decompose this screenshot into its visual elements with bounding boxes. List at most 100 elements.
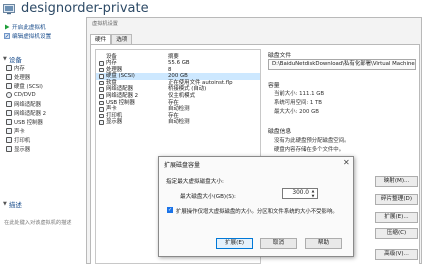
defragment-button[interactable]: 碎片整理(D) xyxy=(375,194,418,205)
left-device-disk[interactable]: 硬盘 (SCSI) xyxy=(6,82,43,90)
left-device-label: 声卡 xyxy=(14,129,25,135)
left-device-label: 硬盘 (SCSI) xyxy=(14,84,43,90)
left-device-label: 网络适配器 xyxy=(14,102,41,108)
collapse-arrow-icon: ▼ xyxy=(3,201,7,207)
power-on-label: 开启此虚拟机 xyxy=(12,24,46,31)
left-device-display[interactable]: 显示器 xyxy=(6,145,30,153)
left-device-label: 内存 xyxy=(14,66,25,72)
expand-dialog-title: 扩展磁盘容量 xyxy=(164,162,201,169)
left-device-usb[interactable]: USB 控制器 xyxy=(6,118,43,126)
help-button[interactable]: 帮助 xyxy=(305,238,342,249)
left-device-label: 打印机 xyxy=(14,138,31,144)
device-summary: 55.6 GB xyxy=(168,60,190,66)
device-name: 网络适配器 2 xyxy=(106,93,139,99)
map-button[interactable]: 映射(M)... xyxy=(375,176,418,187)
left-device-cdrom[interactable]: CD/DVD xyxy=(6,91,36,99)
cancel-button[interactable]: 取消 xyxy=(260,238,297,249)
play-icon xyxy=(5,24,10,29)
device-summary: 自动检测 xyxy=(168,119,190,126)
expand-notice-checkbox[interactable]: ✓ xyxy=(167,207,173,213)
device-column-header: 设备 xyxy=(106,54,117,60)
left-device-label: 网络适配器 2 xyxy=(14,111,47,117)
left-device-label: 显示器 xyxy=(14,147,31,153)
tab-hardware[interactable]: 硬件 xyxy=(90,34,112,44)
edit-settings-label: 编辑虚拟机设置 xyxy=(12,33,52,40)
device-summary: 200 GB xyxy=(168,73,188,80)
device-name: 硬盘 (SCSI) xyxy=(106,73,135,80)
usb-icon xyxy=(99,100,104,106)
edit-vm-settings-link[interactable]: 编辑虚拟机设置 xyxy=(4,31,51,40)
processor-icon xyxy=(6,74,12,80)
system-free-space: 系统可用空间: 1 TB xyxy=(274,100,323,106)
network-adapter-icon xyxy=(6,110,12,116)
left-device-label: CD/DVD xyxy=(14,92,36,98)
network-adapter-icon xyxy=(99,87,104,92)
device-row[interactable]: 网络适配器 2 仅主机模式 xyxy=(96,93,260,100)
tab-options[interactable]: 选项 xyxy=(111,34,133,44)
stepper-arrows-icon[interactable]: ▲ ▼ xyxy=(310,189,316,198)
collapse-arrow-icon: ▼ xyxy=(3,56,7,62)
vm-left-panel: 开启此虚拟机 编辑虚拟机设置 ▼ 设备 内存 处理器 硬盘 (SCSI) CD/… xyxy=(0,20,84,264)
description-section-header[interactable]: ▼ 描述 xyxy=(3,199,22,209)
current-size: 当前大小: 111.1 GB xyxy=(274,91,325,97)
disk-size-stepper[interactable]: 300.0 ▲ ▼ xyxy=(282,188,318,199)
hard-disk-icon xyxy=(6,83,12,89)
speaker-icon xyxy=(99,107,104,112)
expand-notice-label: 扩展操作仅增大虚拟磁盘的大小。分区和文件系统的大小不受影响。 xyxy=(176,209,338,215)
printer-icon xyxy=(6,137,12,143)
description-section-title: 描述 xyxy=(8,201,22,209)
device-row-selected[interactable]: 硬盘 (SCSI) 200 GB xyxy=(96,73,260,80)
device-row[interactable]: 网络适配器 桥接模式 (自动) xyxy=(96,86,260,93)
description-placeholder[interactable]: 在此处键入对该虚拟机的描述 xyxy=(4,219,71,226)
monitor-icon xyxy=(6,146,12,152)
device-row[interactable]: 显示器 自动检测 xyxy=(96,119,260,126)
left-device-network-2[interactable]: 网络适配器 2 xyxy=(6,109,46,117)
left-device-cpu[interactable]: 处理器 xyxy=(6,73,30,81)
left-device-memory[interactable]: 内存 xyxy=(6,64,25,72)
memory-icon xyxy=(99,61,104,66)
edit-icon xyxy=(4,32,10,39)
left-device-label: USB 控制器 xyxy=(14,120,43,126)
usb-icon xyxy=(6,119,12,125)
device-summary: 桥接模式 (自动) xyxy=(168,86,207,93)
left-device-sound[interactable]: 声卡 xyxy=(6,127,25,135)
settings-dialog-title: 虚拟机设置 xyxy=(92,21,118,27)
device-name: 内存 xyxy=(106,60,117,66)
specify-size-label: 指定最大虚拟磁盘大小: xyxy=(166,179,224,185)
device-row[interactable]: 内存 55.6 GB xyxy=(96,60,260,67)
close-icon[interactable]: ✕ xyxy=(343,158,350,167)
device-row[interactable]: 声卡 自动检测 xyxy=(96,106,260,113)
compact-button[interactable]: 压缩(C) xyxy=(375,228,418,239)
expand-button[interactable]: 扩展(E)... xyxy=(375,212,418,223)
device-summary: 仅主机模式 xyxy=(168,93,195,99)
left-device-printer[interactable]: 打印机 xyxy=(6,136,30,144)
device-name: 网络适配器 xyxy=(106,86,133,93)
disk-info-line-1: 没有为此硬盘预分配磁盘空间。 xyxy=(274,138,350,144)
vm-title: designorder-private xyxy=(21,1,149,16)
left-device-network[interactable]: 网络适配器 xyxy=(6,100,41,108)
disk-file-title: 磁盘文件 xyxy=(268,53,292,59)
max-size: 最大大小: 200 GB xyxy=(274,109,319,115)
expand-confirm-button[interactable]: 扩展(E) xyxy=(216,238,253,249)
expand-disk-dialog: 扩展磁盘容量 ✕ 指定最大虚拟磁盘大小: 最大磁盘大小(GB)(S): 300.… xyxy=(158,156,354,257)
device-summary: 8 xyxy=(168,66,172,73)
device-name: 显示器 xyxy=(106,119,123,126)
capacity-title: 容量 xyxy=(268,83,280,89)
left-device-label: 处理器 xyxy=(14,75,31,81)
settings-tabs: 硬件 选项 xyxy=(90,34,133,44)
network-adapter-icon xyxy=(99,94,104,99)
cd-dvd-icon xyxy=(6,92,12,98)
devices-section-title: 设备 xyxy=(8,56,22,64)
devices-section-header[interactable]: ▼ 设备 xyxy=(3,54,22,64)
monitor-icon xyxy=(99,120,104,125)
speaker-icon xyxy=(6,128,12,134)
device-name: 声卡 xyxy=(106,106,117,113)
floppy-icon xyxy=(99,80,104,86)
disk-info-title: 磁盘信息 xyxy=(268,129,292,135)
virtual-machine-icon xyxy=(3,4,15,15)
summary-column-header: 摘要 xyxy=(168,54,179,60)
power-on-vm-link[interactable]: 开启此虚拟机 xyxy=(4,22,46,31)
network-adapter-icon xyxy=(6,101,12,107)
disk-file-path-field[interactable]: D:\BaiduNetdiskDownload\私有化部署\Virtual Ma… xyxy=(268,59,416,70)
advanced-button[interactable]: 高级(V)... xyxy=(375,249,418,260)
